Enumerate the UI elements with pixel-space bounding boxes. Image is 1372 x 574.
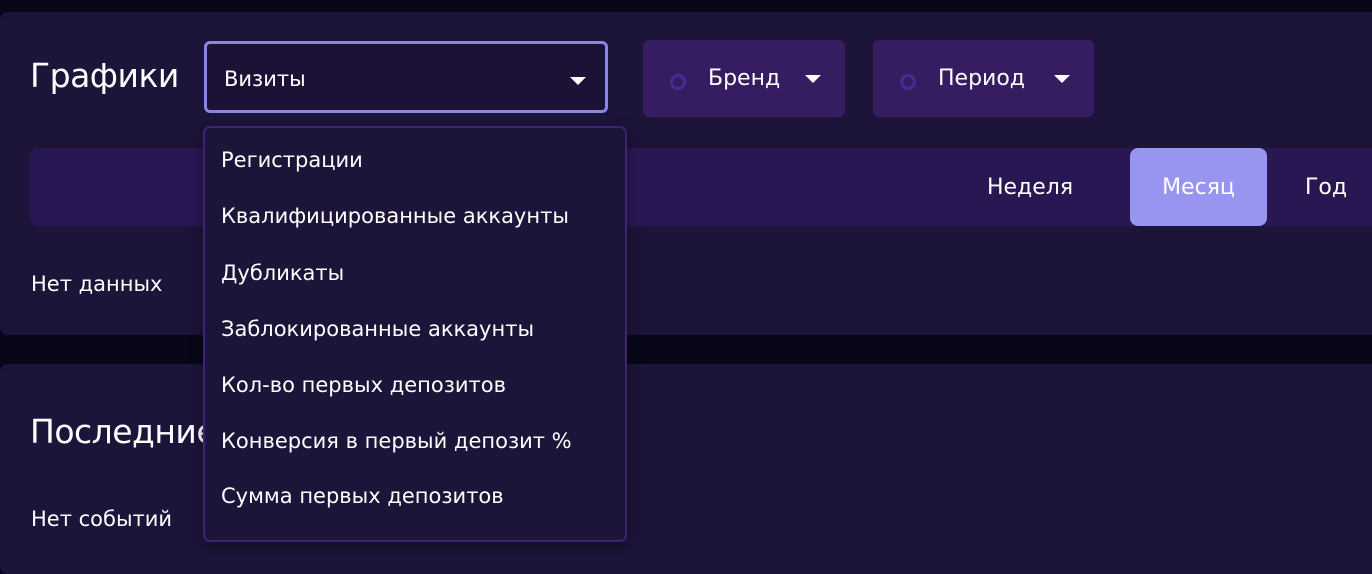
metric-dropdown-menu: Регистрации Квалифицированные аккаунты Д… — [203, 126, 627, 542]
tab-month[interactable]: Месяц — [1130, 148, 1267, 226]
radio-circle-icon — [900, 74, 916, 90]
brand-filter-label: Бренд — [708, 66, 781, 91]
radio-circle-icon — [670, 74, 686, 90]
metric-select[interactable]: Визиты — [204, 41, 608, 113]
dropdown-option-qualified-accounts[interactable]: Квалифицированные аккаунты — [221, 204, 569, 228]
metric-select-value: Визиты — [224, 67, 306, 91]
dropdown-option-registrations[interactable]: Регистрации — [221, 148, 363, 172]
period-filter-label: Период — [938, 66, 1026, 91]
caret-down-icon — [805, 75, 821, 83]
tab-year[interactable]: Год — [1280, 148, 1372, 226]
dropdown-option-first-deposit-conversion[interactable]: Конверсия в первый депозит % — [221, 429, 572, 453]
tab-week[interactable]: Неделя — [970, 148, 1090, 226]
caret-down-icon — [1054, 75, 1070, 83]
dropdown-option-first-deposits-count[interactable]: Кол-во первых депозитов — [221, 373, 506, 397]
brand-filter-button[interactable]: Бренд — [643, 40, 845, 117]
dropdown-option-blocked-accounts[interactable]: Заблокированные аккаунты — [221, 317, 534, 341]
charts-title: Графики — [30, 56, 179, 95]
charts-empty-state: Нет данных — [31, 272, 163, 296]
dropdown-option-duplicates[interactable]: Дубликаты — [221, 261, 344, 285]
period-filter-button[interactable]: Период — [873, 40, 1094, 117]
events-empty-state: Нет событий — [31, 507, 173, 531]
caret-down-icon — [570, 77, 586, 85]
dropdown-option-first-deposits-sum[interactable]: Сумма первых депозитов — [221, 484, 504, 508]
